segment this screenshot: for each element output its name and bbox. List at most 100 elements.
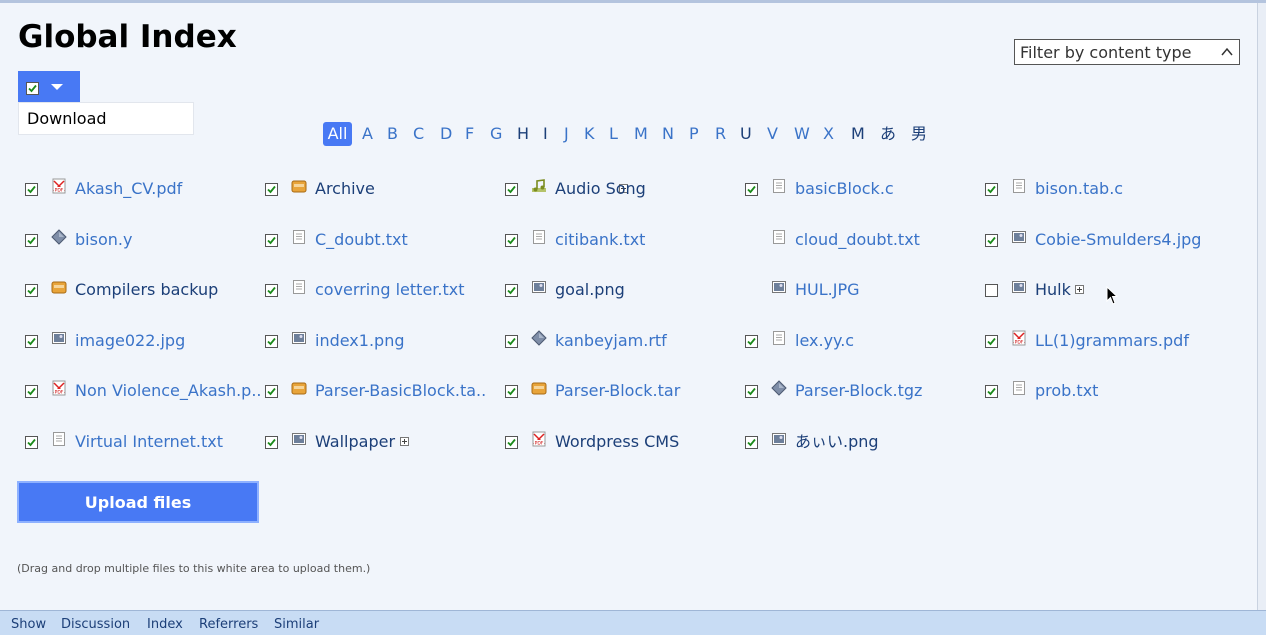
file-name-link[interactable]: bison.y	[75, 230, 132, 250]
checked-checkbox[interactable]	[25, 436, 38, 449]
file-name-link[interactable]: C_doubt.txt	[315, 230, 408, 250]
file-item[interactable]: あぃい.png	[745, 431, 977, 455]
file-name-link[interactable]: basicBlock.c	[795, 179, 894, 199]
file-item[interactable]: Hulk	[985, 279, 1217, 303]
file-item[interactable]: bison.y	[25, 229, 257, 253]
file-item[interactable]: goal.png	[505, 279, 737, 303]
checked-checkbox[interactable]	[745, 335, 758, 348]
alphabet-letter[interactable]: W	[794, 122, 810, 146]
file-name-link[interactable]: HUL.JPG	[795, 280, 860, 300]
file-name-link[interactable]: Compilers backup	[75, 280, 218, 300]
file-name-link[interactable]: goal.png	[555, 280, 625, 300]
alphabet-letter[interactable]: あ	[880, 122, 896, 146]
file-name-link[interactable]: Parser-Block.tgz	[795, 381, 922, 401]
alphabet-letter[interactable]: F	[465, 122, 474, 146]
file-name-link[interactable]: lex.yy.c	[795, 331, 854, 351]
file-name-link[interactable]: Hulk	[1035, 280, 1071, 300]
checked-checkbox[interactable]	[265, 284, 278, 297]
file-item[interactable]: PDF Non Violence_Akash.p..	[25, 380, 262, 404]
file-item[interactable]: Parser-BasicBlock.ta..	[265, 380, 497, 404]
file-name-link[interactable]: Akash_CV.pdf	[75, 179, 182, 199]
alphabet-letter[interactable]: M	[634, 122, 648, 146]
checked-checkbox[interactable]	[505, 234, 518, 247]
file-name-link[interactable]: citibank.txt	[555, 230, 645, 250]
alphabet-letter[interactable]: H	[517, 122, 529, 146]
file-item[interactable]: PDF Akash_CV.pdf	[25, 178, 257, 202]
alphabet-letter[interactable]: A	[362, 122, 373, 146]
file-item[interactable]: Wallpaper	[265, 431, 497, 455]
alphabet-letter[interactable]: B	[387, 122, 398, 146]
file-name-link[interactable]: coverring letter.txt	[315, 280, 465, 300]
file-name-link[interactable]: prob.txt	[1035, 381, 1098, 401]
file-name-link[interactable]: index1.png	[315, 331, 405, 351]
file-item[interactable]: Cobie-Smulders4.jpg	[985, 229, 1217, 253]
unchecked-checkbox[interactable]	[985, 284, 998, 297]
file-name-link[interactable]: Archive	[315, 179, 375, 199]
select-all-checkbox[interactable]	[26, 82, 39, 95]
file-name-link[interactable]: Audio Song	[555, 179, 646, 199]
file-item[interactable]: PDF LL(1)grammars.pdf	[985, 330, 1217, 354]
alphabet-letter[interactable]: K	[584, 122, 595, 146]
alphabet-letter[interactable]: C	[413, 122, 424, 146]
alphabet-letter[interactable]: N	[662, 122, 674, 146]
file-item[interactable]: basicBlock.c	[745, 178, 977, 202]
footer-link[interactable]: Show	[11, 617, 46, 632]
alphabet-letter[interactable]: D	[440, 122, 452, 146]
footer-link[interactable]: Similar	[274, 617, 319, 632]
file-item[interactable]: kanbeyjam.rtf	[505, 330, 737, 354]
checked-checkbox[interactable]	[265, 436, 278, 449]
file-item[interactable]: HUL.JPG	[745, 279, 977, 303]
file-item[interactable]: coverring letter.txt	[265, 279, 497, 303]
footer-link[interactable]: Index	[147, 617, 183, 632]
file-name-link[interactable]: あぃい.png	[795, 432, 879, 452]
checked-checkbox[interactable]	[745, 436, 758, 449]
file-name-link[interactable]: Cobie-Smulders4.jpg	[1035, 230, 1201, 250]
file-item[interactable]: Archive	[265, 178, 628, 202]
file-item[interactable]: citibank.txt	[505, 229, 737, 253]
expand-plus-icon[interactable]	[1075, 285, 1084, 294]
file-item[interactable]: Virtual Internet.txt	[25, 431, 257, 455]
file-name-link[interactable]: LL(1)grammars.pdf	[1035, 331, 1189, 351]
footer-link[interactable]: Referrers	[199, 617, 258, 632]
file-item[interactable]: Parser-Block.tar	[505, 380, 737, 404]
file-name-link[interactable]: Parser-Block.tar	[555, 381, 680, 401]
checked-checkbox[interactable]	[745, 183, 758, 196]
checked-checkbox[interactable]	[985, 335, 998, 348]
alphabet-letter[interactable]: All	[323, 122, 352, 146]
checked-checkbox[interactable]	[745, 385, 758, 398]
file-item[interactable]: image022.jpg	[25, 330, 257, 354]
alphabet-letter[interactable]: P	[689, 122, 699, 146]
checked-checkbox[interactable]	[265, 183, 278, 196]
checked-checkbox[interactable]	[505, 183, 518, 196]
alphabet-letter[interactable]: X	[823, 122, 834, 146]
file-item[interactable]: prob.txt	[985, 380, 1217, 404]
file-item[interactable]: bison.tab.c	[985, 178, 1217, 202]
file-name-link[interactable]: bison.tab.c	[1035, 179, 1123, 199]
checked-checkbox[interactable]	[505, 335, 518, 348]
file-name-link[interactable]: Wordpress CMS	[555, 432, 679, 452]
checked-checkbox[interactable]	[985, 385, 998, 398]
file-item[interactable]: Parser-Block.tgz	[745, 380, 977, 404]
file-name-link[interactable]: kanbeyjam.rtf	[555, 331, 667, 351]
checked-checkbox[interactable]	[985, 183, 998, 196]
file-item[interactable]: cloud_doubt.txt	[745, 229, 977, 253]
vertical-scrollbar[interactable]	[1257, 3, 1266, 610]
file-item[interactable]: Compilers backup	[25, 279, 257, 303]
alphabet-letter[interactable]: V	[767, 122, 778, 146]
alphabet-letter[interactable]: M	[851, 122, 865, 146]
checked-checkbox[interactable]	[265, 385, 278, 398]
alphabet-letter[interactable]: 男	[911, 122, 927, 146]
file-item[interactable]: index1.png	[265, 330, 497, 354]
alphabet-letter[interactable]: U	[740, 122, 752, 146]
file-name-link[interactable]: image022.jpg	[75, 331, 185, 351]
alphabet-letter[interactable]: J	[564, 122, 569, 146]
checked-checkbox[interactable]	[505, 284, 518, 297]
checked-checkbox[interactable]	[25, 385, 38, 398]
file-name-link[interactable]: Non Violence_Akash.p..	[75, 381, 262, 401]
upload-files-button[interactable]: Upload files	[17, 481, 259, 523]
checked-checkbox[interactable]	[25, 234, 38, 247]
content-type-filter[interactable]: Filter by content type	[1014, 39, 1240, 65]
file-name-link[interactable]: Parser-BasicBlock.ta..	[315, 381, 486, 401]
expand-plus-icon[interactable]	[400, 437, 409, 446]
alphabet-letter[interactable]: I	[543, 122, 548, 146]
